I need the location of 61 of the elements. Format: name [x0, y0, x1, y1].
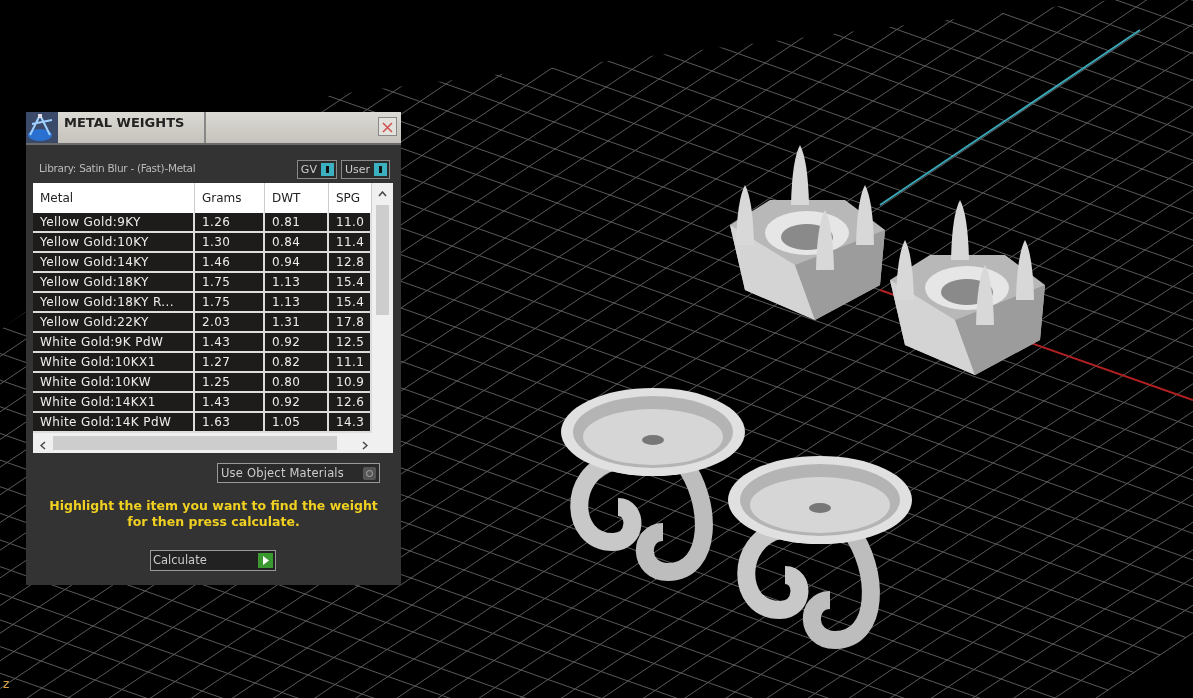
table-cell: 12.5	[329, 333, 372, 353]
horizontal-scrollbar[interactable]	[33, 433, 393, 453]
table-cell: 1.13	[265, 273, 329, 293]
table-cell: Yellow Gold:18KY R...	[33, 293, 195, 313]
table-cell: White Gold:14K PdW	[33, 413, 195, 433]
table-cell: 1.75	[195, 293, 265, 313]
close-icon	[382, 121, 393, 133]
table-cell: Yellow Gold:10KY	[33, 233, 195, 253]
table-cell: 0.81	[265, 213, 329, 233]
table-cell: 1.46	[195, 253, 265, 273]
table-cell: 1.43	[195, 333, 265, 353]
scroll-up-icon[interactable]	[378, 191, 387, 197]
table-cell: 2.03	[195, 313, 265, 333]
vertical-scrollbar[interactable]	[372, 183, 393, 433]
axis-label: z	[3, 678, 10, 690]
table-cell: 0.92	[265, 333, 329, 353]
close-button[interactable]	[378, 117, 397, 136]
table-cell: White Gold:9K PdW	[33, 333, 195, 353]
table-cell: White Gold:10KX1	[33, 353, 195, 373]
table-cell: White Gold:14KX1	[33, 393, 195, 413]
table-cell: 1.26	[195, 213, 265, 233]
library-label: Library: Satin Blur - (Fast)-Metal	[39, 161, 196, 177]
table-cell: 11.4	[329, 233, 372, 253]
table-cell: 14.3	[329, 413, 372, 433]
table-cell: 15.4	[329, 293, 372, 313]
table-cell: 0.80	[265, 373, 329, 393]
table-cell: 11.1	[329, 353, 372, 373]
table-cell: 1.30	[195, 233, 265, 253]
table-cell: 10.9	[329, 373, 372, 393]
toggle-button[interactable]: User	[340, 159, 390, 179]
table-cell: 11.0	[329, 213, 372, 233]
play-icon	[258, 553, 273, 568]
table-cell: Yellow Gold:14KY	[33, 253, 195, 273]
toggle-button[interactable]: GV	[296, 159, 337, 179]
table-cell: Yellow Gold:18KY	[33, 273, 195, 293]
table-cell: 0.82	[265, 353, 329, 373]
table-cell: 1.25	[195, 373, 265, 393]
table-cell: 17.8	[329, 313, 372, 333]
table-cell: White Gold:10KW	[33, 373, 195, 393]
table-cell: Yellow Gold:22KY	[33, 313, 195, 333]
table-cell: 1.13	[265, 293, 329, 313]
scroll-right-icon[interactable]	[362, 441, 368, 450]
table-cell: 1.75	[195, 273, 265, 293]
table-cell: 1.05	[265, 413, 329, 433]
table-cell: 1.63	[195, 413, 265, 433]
scale-icon	[26, 112, 58, 143]
table-cell: 12.6	[329, 393, 372, 413]
use-object-materials-toggle[interactable]: Use Object Materials	[217, 463, 380, 483]
table-cell: 1.31	[265, 313, 329, 333]
table-cell: 1.27	[195, 353, 265, 373]
window-title: METAL WEIGHTS	[58, 112, 206, 143]
calculate-button[interactable]: Calculate	[150, 550, 276, 571]
table-cell: 0.94	[265, 253, 329, 273]
table-cell: 15.4	[329, 273, 372, 293]
scroll-left-icon[interactable]	[40, 441, 46, 450]
table-cell: 1.43	[195, 393, 265, 413]
table-cell: 0.84	[265, 233, 329, 253]
instruction-text: Highlight the item you want to find the weight for then press calculate.	[48, 498, 379, 530]
table-cell: Yellow Gold:9KY	[33, 213, 195, 233]
table-cell: 0.92	[265, 393, 329, 413]
table-cell: 12.8	[329, 253, 372, 273]
